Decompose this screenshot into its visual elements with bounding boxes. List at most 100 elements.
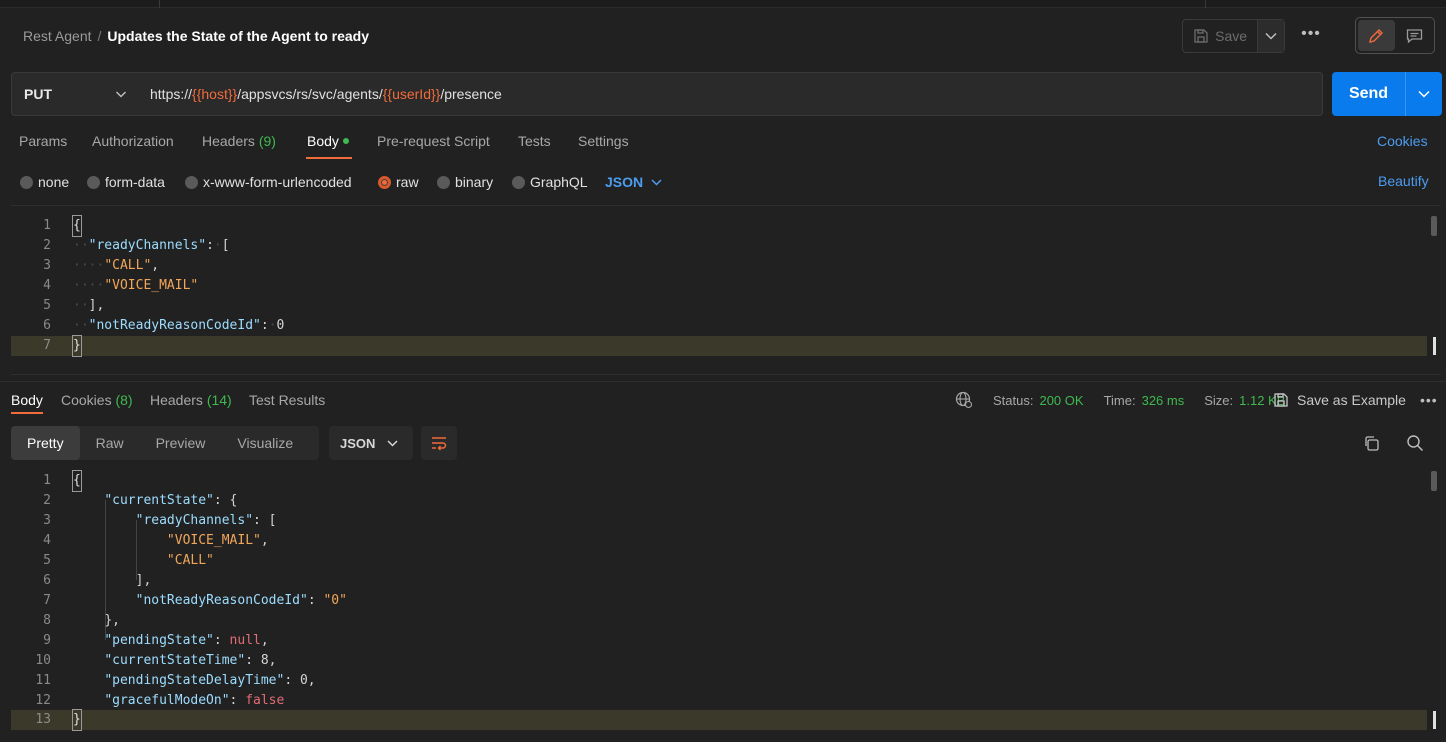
editor-scrollbar[interactable] — [1431, 216, 1437, 236]
line-number: 10 — [35, 653, 51, 668]
view-raw[interactable]: Raw — [80, 426, 140, 460]
tab-pre-request-script[interactable]: Pre-request Script — [377, 130, 490, 154]
response-tab-headers-count: (14) — [206, 392, 232, 408]
response-format-select[interactable]: JSON — [329, 426, 413, 460]
response-tab-cookies[interactable]: Cookies (8) — [61, 390, 133, 410]
response-tab-cookies-count: (8) — [115, 392, 133, 408]
code-line-current: 13} — [11, 709, 1427, 731]
url-input[interactable]: https://{{host}}/appsvcs/rs/svc/agents/{… — [137, 72, 1323, 116]
tab-headers[interactable]: Headers (9) — [202, 130, 276, 154]
radio-circle-selected — [378, 175, 391, 189]
radio-none[interactable]: none — [20, 173, 69, 191]
wrap-lines-icon — [432, 437, 447, 451]
body-format-label: JSON — [605, 174, 644, 190]
radio-label: binary — [455, 174, 494, 190]
tab-tests[interactable]: Tests — [518, 130, 551, 154]
globe-icon[interactable] — [955, 391, 973, 409]
code-text: ··"notReadyReasonCodeId":·0 — [73, 318, 285, 333]
tab-body-label: Body — [307, 133, 339, 149]
code-line: 4 "VOICE_MAIL", — [11, 531, 1427, 551]
tab-headers-label: Headers — [202, 133, 255, 149]
radio-label: GraphQL — [530, 174, 588, 190]
method-select[interactable]: PUT — [11, 72, 138, 116]
tab-body[interactable]: Body — [307, 130, 349, 154]
send-button[interactable]: Send — [1332, 72, 1406, 116]
radio-form-data[interactable]: form-data — [87, 173, 165, 191]
tab-divider — [1205, 0, 1206, 8]
response-tab-body[interactable]: Body — [11, 390, 43, 410]
response-body-viewer[interactable]: 1{ 2 "currentState": { 3 "readyChannels"… — [11, 470, 1441, 742]
breadcrumb-separator: / — [97, 28, 102, 44]
code-text: ··], — [73, 298, 105, 313]
view-pretty[interactable]: Pretty — [11, 426, 80, 460]
response-divider[interactable] — [0, 381, 1446, 382]
tab-params[interactable]: Params — [19, 130, 67, 154]
view-preview[interactable]: Preview — [140, 426, 222, 460]
radio-raw[interactable]: raw — [378, 173, 419, 191]
radio-graphql[interactable]: GraphQL — [512, 173, 588, 191]
code-text: } — [72, 335, 82, 357]
cookies-link[interactable]: Cookies — [1377, 130, 1428, 152]
chevron-down-icon — [387, 439, 398, 447]
copy-response-button[interactable] — [1363, 435, 1380, 455]
code-text: "pendingStateDelayTime": 0, — [104, 673, 316, 688]
code-text: "currentState": { — [104, 493, 238, 508]
request-body-editor[interactable]: 1{ 2 ··"readyChannels":·[ 3 ····"CALL", 4 ·… — [11, 205, 1441, 375]
request-title[interactable]: Updates the State of the Agent to ready — [107, 28, 369, 44]
tab-authorization[interactable]: Authorization — [92, 130, 174, 154]
modified-dot — [342, 138, 349, 145]
more-actions-button[interactable]: ••• — [1298, 26, 1324, 46]
body-format-select[interactable]: JSON — [605, 173, 662, 191]
viewer-scrollbar[interactable] — [1431, 471, 1437, 491]
code-line: 4 ····"VOICE_MAIL" — [11, 276, 1427, 296]
radio-circle — [20, 175, 33, 189]
code-line: 6 ], — [11, 571, 1427, 591]
url-variable: {{host}} — [192, 86, 238, 102]
code-line: 2 "currentState": { — [11, 491, 1427, 511]
view-visualize[interactable]: Visualize — [221, 426, 309, 460]
json-key: "readyChannels" — [88, 238, 207, 253]
save-as-example-label: Save as Example — [1297, 392, 1406, 408]
line-number: 5 — [43, 298, 51, 313]
json-string: "CALL" — [104, 258, 152, 273]
wrap-lines-button[interactable] — [421, 426, 457, 460]
radio-circle — [87, 175, 100, 189]
line-number: 5 — [43, 553, 51, 568]
tab-settings[interactable]: Settings — [578, 130, 629, 154]
send-options-button[interactable] — [1406, 72, 1442, 116]
search-response-button[interactable] — [1406, 434, 1424, 455]
copy-icon — [1365, 436, 1379, 451]
beautify-button[interactable]: Beautify — [1378, 172, 1429, 190]
radio-circle — [512, 175, 525, 189]
line-number: 6 — [43, 573, 51, 588]
breadcrumb-parent[interactable]: Rest Agent — [23, 28, 92, 44]
save-as-example-button[interactable]: Save as Example — [1273, 390, 1406, 410]
line-number: 4 — [43, 278, 51, 293]
response-more-button[interactable]: ••• — [1420, 392, 1438, 408]
chevron-down-icon — [1418, 90, 1430, 98]
save-label: Save — [1215, 28, 1248, 44]
tab-headers-count: (9) — [258, 133, 276, 149]
comments-button[interactable] — [1397, 20, 1432, 51]
json-key: "currentStateTime" — [104, 653, 246, 668]
radio-binary[interactable]: binary — [437, 173, 493, 191]
code-line: 7 "notReadyReasonCodeId": "0" — [11, 591, 1427, 611]
edit-mode-button[interactable] — [1358, 20, 1395, 51]
code-text: "currentStateTime": 8, — [104, 653, 277, 668]
code-text: "pendingState": null, — [104, 633, 269, 648]
status-value[interactable]: 200 OK — [1039, 393, 1083, 408]
time-value[interactable]: 326 ms — [1142, 393, 1185, 408]
code-line: 8 }, — [11, 611, 1427, 631]
radio-urlencoded[interactable]: x-www-form-urlencoded — [185, 173, 352, 191]
line-number: 9 — [43, 633, 51, 648]
code-line: 3 "readyChannels": [ — [11, 511, 1427, 531]
save-button[interactable]: Save — [1183, 20, 1259, 52]
json-string: "CALL" — [166, 553, 214, 568]
search-icon — [1407, 435, 1424, 452]
save-options-button[interactable] — [1258, 20, 1284, 52]
response-tab-headers[interactable]: Headers (14) — [150, 390, 232, 410]
response-format-label: JSON — [340, 435, 376, 451]
response-view-switcher: Pretty Raw Preview Visualize — [11, 426, 319, 460]
line-number: 12 — [35, 693, 51, 708]
response-tab-test-results[interactable]: Test Results — [249, 390, 325, 410]
